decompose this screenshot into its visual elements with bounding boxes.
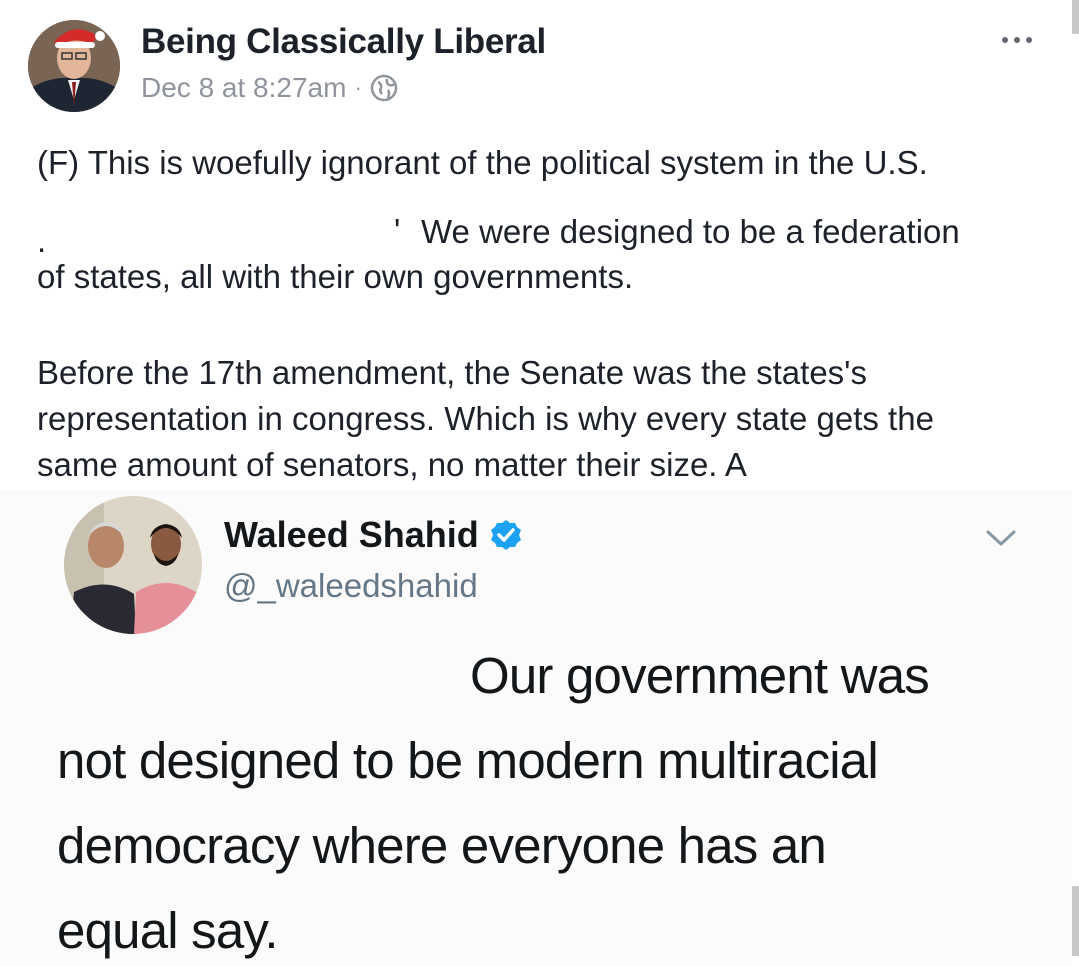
author-avatar[interactable] bbox=[28, 20, 120, 112]
tweet-text-line-2: not designed to be modern multiracial bbox=[57, 732, 879, 789]
more-options-icon bbox=[1002, 37, 1032, 43]
tweet-avatar[interactable] bbox=[64, 496, 202, 634]
scrollbar-thumb[interactable] bbox=[1072, 886, 1079, 956]
post-line-6: same amount of senators, no matter their… bbox=[37, 446, 747, 483]
post-line-2: We were designed to be a federation bbox=[421, 213, 960, 250]
tweet-handle[interactable]: @_waleedshahid bbox=[224, 567, 478, 605]
tweet-text-line-3: democracy where everyone has an bbox=[57, 817, 827, 874]
tweet-text-line-4: equal say. bbox=[57, 902, 279, 959]
post-meta: Dec 8 at 8:27am · bbox=[141, 72, 398, 104]
redacted-mark-quote: ' bbox=[394, 212, 401, 249]
post-line-4: Before the 17th amendment, the Senate wa… bbox=[37, 354, 867, 391]
post-line-5: representation in congress. Which is why… bbox=[37, 400, 934, 437]
tweet-author-name[interactable]: Waleed Shahid bbox=[224, 514, 523, 556]
screenshot-page: Being Classically Liberal Dec 8 at 8:27a… bbox=[0, 0, 1079, 966]
post-timestamp[interactable]: Dec 8 at 8:27am bbox=[141, 72, 346, 104]
chevron-down-icon[interactable] bbox=[985, 528, 1017, 548]
meta-separator: · bbox=[354, 75, 362, 100]
globe-icon bbox=[370, 74, 398, 102]
post-author-name[interactable]: Being Classically Liberal bbox=[141, 22, 546, 62]
tweet-text-line-1: Our government was bbox=[470, 647, 930, 704]
post-line-1: (F) This is woefully ignorant of the pol… bbox=[37, 144, 928, 181]
embedded-tweet[interactable]: Waleed Shahid @_waleedshahid Our governm… bbox=[0, 490, 1072, 966]
post-line-3: of states, all with their own government… bbox=[37, 258, 634, 295]
scrollbar[interactable] bbox=[1072, 0, 1079, 34]
tweet-author-label: Waleed Shahid bbox=[224, 514, 479, 555]
more-options-button[interactable] bbox=[997, 22, 1037, 52]
verified-badge-icon bbox=[489, 518, 523, 552]
